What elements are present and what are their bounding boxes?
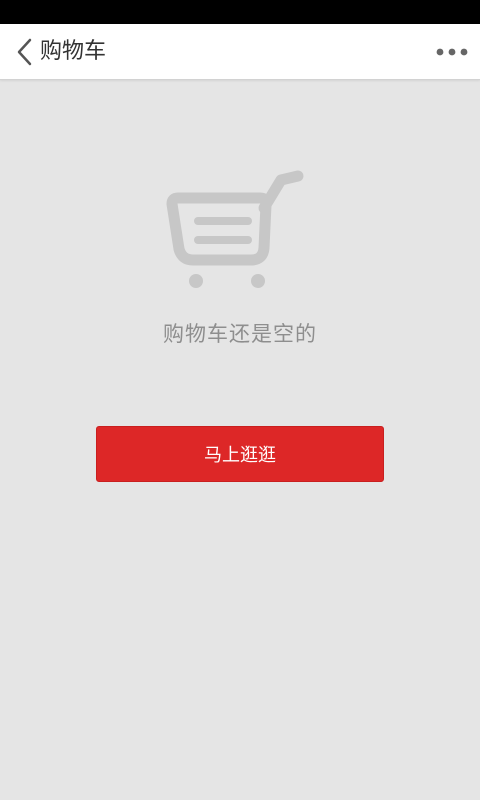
go-shopping-button[interactable]: 马上逛逛 xyxy=(96,426,384,482)
more-button[interactable] xyxy=(432,32,472,72)
empty-cart-message: 购物车还是空的 xyxy=(163,322,317,346)
back-button[interactable] xyxy=(8,32,40,72)
navigation-bar: 购物车 xyxy=(0,24,480,80)
page-title: 购物车 xyxy=(40,39,107,64)
more-horizontal-icon xyxy=(436,48,468,56)
shopping-cart-icon xyxy=(166,170,304,288)
chevron-left-icon xyxy=(17,38,32,66)
status-bar xyxy=(0,0,480,24)
